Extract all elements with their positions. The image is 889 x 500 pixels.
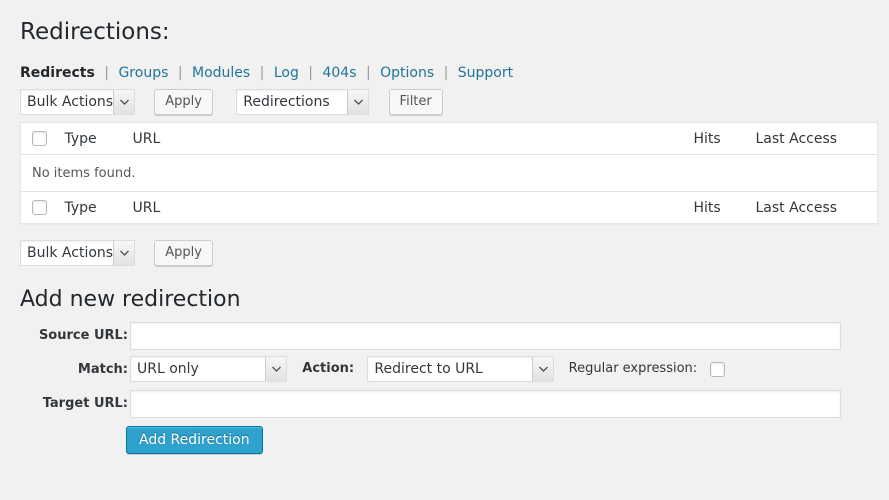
subnav-item-redirects[interactable]: Redirects [20, 65, 95, 81]
bulk-actions-select-top[interactable]: Bulk Actions [20, 89, 135, 115]
column-header-url[interactable]: URL [133, 123, 694, 155]
target-url-label: Target URL: [18, 390, 128, 418]
add-redirection-button[interactable]: Add Redirection [126, 426, 263, 454]
subnav-item-404s[interactable]: 404s [322, 65, 356, 81]
empty-message: No items found. [21, 155, 878, 192]
table-header-row: Type URL Hits Last Access [21, 123, 878, 155]
regular-expression-checkbox[interactable] [710, 362, 725, 377]
subnav-separator: | [173, 65, 188, 81]
filter-button[interactable]: Filter [389, 89, 443, 115]
column-footer-last-access[interactable]: Last Access [756, 192, 878, 224]
subnav-separator: | [99, 65, 114, 81]
chevron-down-icon [265, 357, 286, 381]
chevron-down-icon [347, 90, 368, 114]
subnav: Redirects | Groups | Modules | Log | 404… [20, 64, 513, 82]
subnav-separator: | [303, 65, 318, 81]
chevron-down-icon [532, 357, 553, 381]
add-redirection-form: Source URL: Match: URL only Action: Redi… [0, 322, 889, 458]
regular-expression-label: Regular expression: [569, 356, 698, 382]
table-footer-row: Type URL Hits Last Access [21, 192, 878, 224]
action-select-value: Redirect to URL [368, 357, 553, 381]
subnav-item-groups[interactable]: Groups [118, 65, 168, 81]
column-header-last-access[interactable]: Last Access [756, 123, 878, 155]
tablenav-bottom: Bulk Actions Apply [20, 240, 213, 268]
tablenav-top: Bulk Actions Apply Redirections Filter [20, 89, 443, 117]
source-url-input[interactable] [130, 322, 841, 350]
bulk-actions-select-bottom[interactable]: Bulk Actions [20, 240, 135, 266]
subnav-separator: | [255, 65, 270, 81]
source-url-row: Source URL: [0, 322, 889, 356]
column-header-type[interactable]: Type [65, 123, 133, 155]
add-redirection-heading: Add new redirection [20, 286, 241, 314]
select-all-checkbox-top[interactable] [32, 131, 47, 146]
action-select[interactable]: Redirect to URL [367, 356, 554, 382]
page-title: Redirections: [20, 18, 170, 47]
subnav-item-log[interactable]: Log [274, 65, 299, 81]
subnav-item-modules[interactable]: Modules [192, 65, 250, 81]
action-label: Action: [302, 356, 354, 382]
table-foot: Type URL Hits Last Access [21, 192, 878, 224]
target-url-row: Target URL: [0, 390, 889, 424]
subnav-separator: | [361, 65, 376, 81]
column-footer-hits[interactable]: Hits [694, 192, 756, 224]
empty-row: No items found. [21, 155, 878, 192]
table-head: Type URL Hits Last Access [21, 123, 878, 155]
apply-button-bottom[interactable]: Apply [154, 240, 213, 266]
submit-row: Add Redirection [0, 424, 889, 458]
select-all-footer [21, 192, 65, 224]
admin-page: Redirections: Redirects | Groups | Modul… [0, 0, 889, 500]
subnav-separator: | [439, 65, 454, 81]
filter-type-select[interactable]: Redirections [236, 89, 369, 115]
table-body: No items found. [21, 155, 878, 192]
subnav-item-support[interactable]: Support [458, 65, 513, 81]
match-select[interactable]: URL only [130, 356, 287, 382]
subnav-item-options[interactable]: Options [380, 65, 434, 81]
target-url-input[interactable] [130, 390, 841, 418]
chevron-down-icon [113, 90, 134, 114]
column-header-hits[interactable]: Hits [694, 123, 756, 155]
redirects-table: Type URL Hits Last Access No items found… [20, 122, 878, 224]
apply-button-top[interactable]: Apply [154, 89, 213, 115]
select-all-header [21, 123, 65, 155]
column-footer-url[interactable]: URL [133, 192, 694, 224]
match-action-row: Match: URL only Action: Redirect to URL [0, 356, 889, 390]
match-select-value: URL only [131, 357, 286, 381]
select-all-checkbox-bottom[interactable] [32, 200, 47, 215]
source-url-label: Source URL: [18, 322, 128, 350]
chevron-down-icon [113, 241, 134, 265]
column-footer-type[interactable]: Type [65, 192, 133, 224]
match-label: Match: [18, 356, 128, 384]
